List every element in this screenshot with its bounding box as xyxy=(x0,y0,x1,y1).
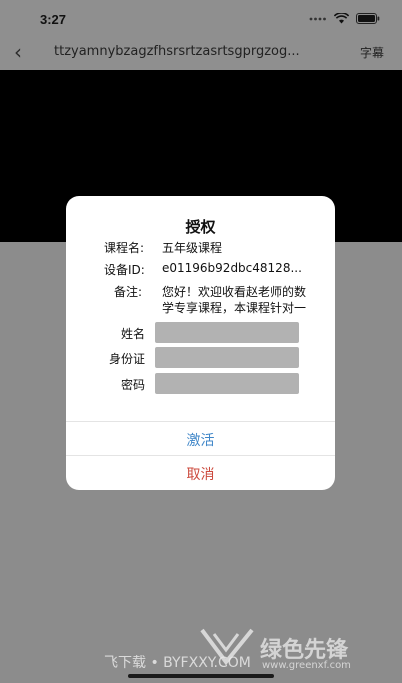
status-time: 3:27 xyxy=(40,12,67,27)
divider xyxy=(66,421,335,422)
status-bar: 3:27 xyxy=(0,0,402,38)
watermark-logo-icon xyxy=(200,628,254,666)
status-icons xyxy=(309,13,380,24)
password-field[interactable] xyxy=(155,373,299,394)
course-value: 五年级课程 xyxy=(162,241,223,255)
wifi-icon xyxy=(334,13,349,24)
subtitle-button[interactable]: 字幕 xyxy=(360,44,384,61)
nav-bar: ‹ ttzyamnybzagzfhsrsrtzasrtsgprgzog... 字… xyxy=(0,38,402,70)
nav-title: ttzyamnybzagzfhsrsrtzasrtsgprgzog... xyxy=(54,44,300,59)
course-label: 课程名: xyxy=(104,241,145,255)
name-field[interactable] xyxy=(155,322,299,343)
activate-button[interactable]: 激活 xyxy=(66,430,335,450)
battery-icon xyxy=(356,13,380,24)
device-value: e01196b92dbc48128... xyxy=(162,261,302,275)
cellular-signal-icon xyxy=(309,17,326,20)
id-card-field[interactable] xyxy=(155,347,299,368)
note-label: 备注: xyxy=(114,285,143,299)
authorization-dialog: 授权 课程名: 五年级课程 设备ID: e01196b92dbc48128...… xyxy=(66,196,335,490)
divider xyxy=(66,455,335,456)
watermark-url: www.greenxf.com xyxy=(262,660,351,671)
back-chevron-icon[interactable]: ‹ xyxy=(14,40,22,64)
password-label: 密码 xyxy=(121,378,146,392)
dialog-title: 授权 xyxy=(185,218,216,236)
home-indicator xyxy=(128,674,274,678)
cancel-button[interactable]: 取消 xyxy=(66,464,335,484)
id-card-label: 身份证 xyxy=(109,352,146,366)
device-label: 设备ID: xyxy=(104,263,145,277)
name-label: 姓名 xyxy=(121,327,146,341)
note-text[interactable]: 您好！欢迎收看赵老师的数学专享课程，本课程针对一年级学 xyxy=(162,284,310,316)
